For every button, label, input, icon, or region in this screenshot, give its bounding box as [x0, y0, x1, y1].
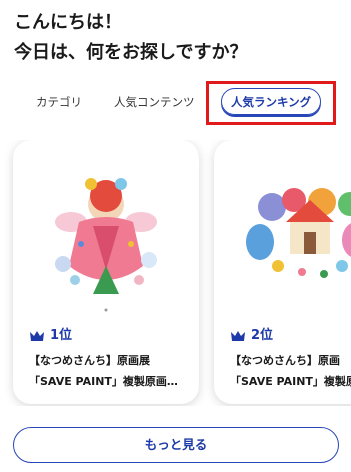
highlight-box	[206, 81, 336, 125]
greeting: こんにちは！ 今日は、何をお探しですか？	[14, 8, 247, 68]
artwork-image-icon	[31, 162, 181, 322]
card-title-line-1: 【なつめさんち】原画展	[29, 354, 150, 367]
tab-category[interactable]: カテゴリ	[36, 86, 82, 118]
ranking-card[interactable]: 1位 【なつめさんち】原画展 「SAVE PAINT」複製原画…	[13, 140, 199, 404]
crown-icon	[29, 330, 45, 342]
ranking-carousel[interactable]: 1位 【なつめさんち】原画展 「SAVE PAINT」複製原画… 2位 【なつめ…	[0, 140, 351, 406]
greeting-line-1: こんにちは！	[14, 12, 122, 33]
card-title-line-2: 「SAVE PAINT」複製原	[230, 375, 351, 388]
rank-label: 1位	[29, 326, 72, 346]
card-title: 【なつめさんち】原画 「SAVE PAINT」複製原	[230, 350, 351, 392]
card-title: 【なつめさんち】原画展 「SAVE PAINT」複製原画…	[29, 350, 199, 392]
crown-icon	[230, 330, 246, 342]
greeting-line-2: 今日は、何をお探しですか？	[14, 42, 248, 63]
card-title-line-2: 「SAVE PAINT」複製原画…	[29, 375, 178, 388]
rank-label: 2位	[230, 326, 273, 346]
artwork-image-icon	[232, 162, 351, 322]
rank-text: 2位	[251, 328, 274, 343]
ranking-card[interactable]: 2位 【なつめさんち】原画 「SAVE PAINT」複製原	[214, 140, 351, 404]
card-title-line-1: 【なつめさんち】原画	[230, 354, 340, 367]
rank-text: 1位	[50, 328, 73, 343]
more-button[interactable]: もっと見る	[13, 427, 339, 463]
tab-popular-content[interactable]: 人気コンテンツ	[114, 86, 195, 118]
